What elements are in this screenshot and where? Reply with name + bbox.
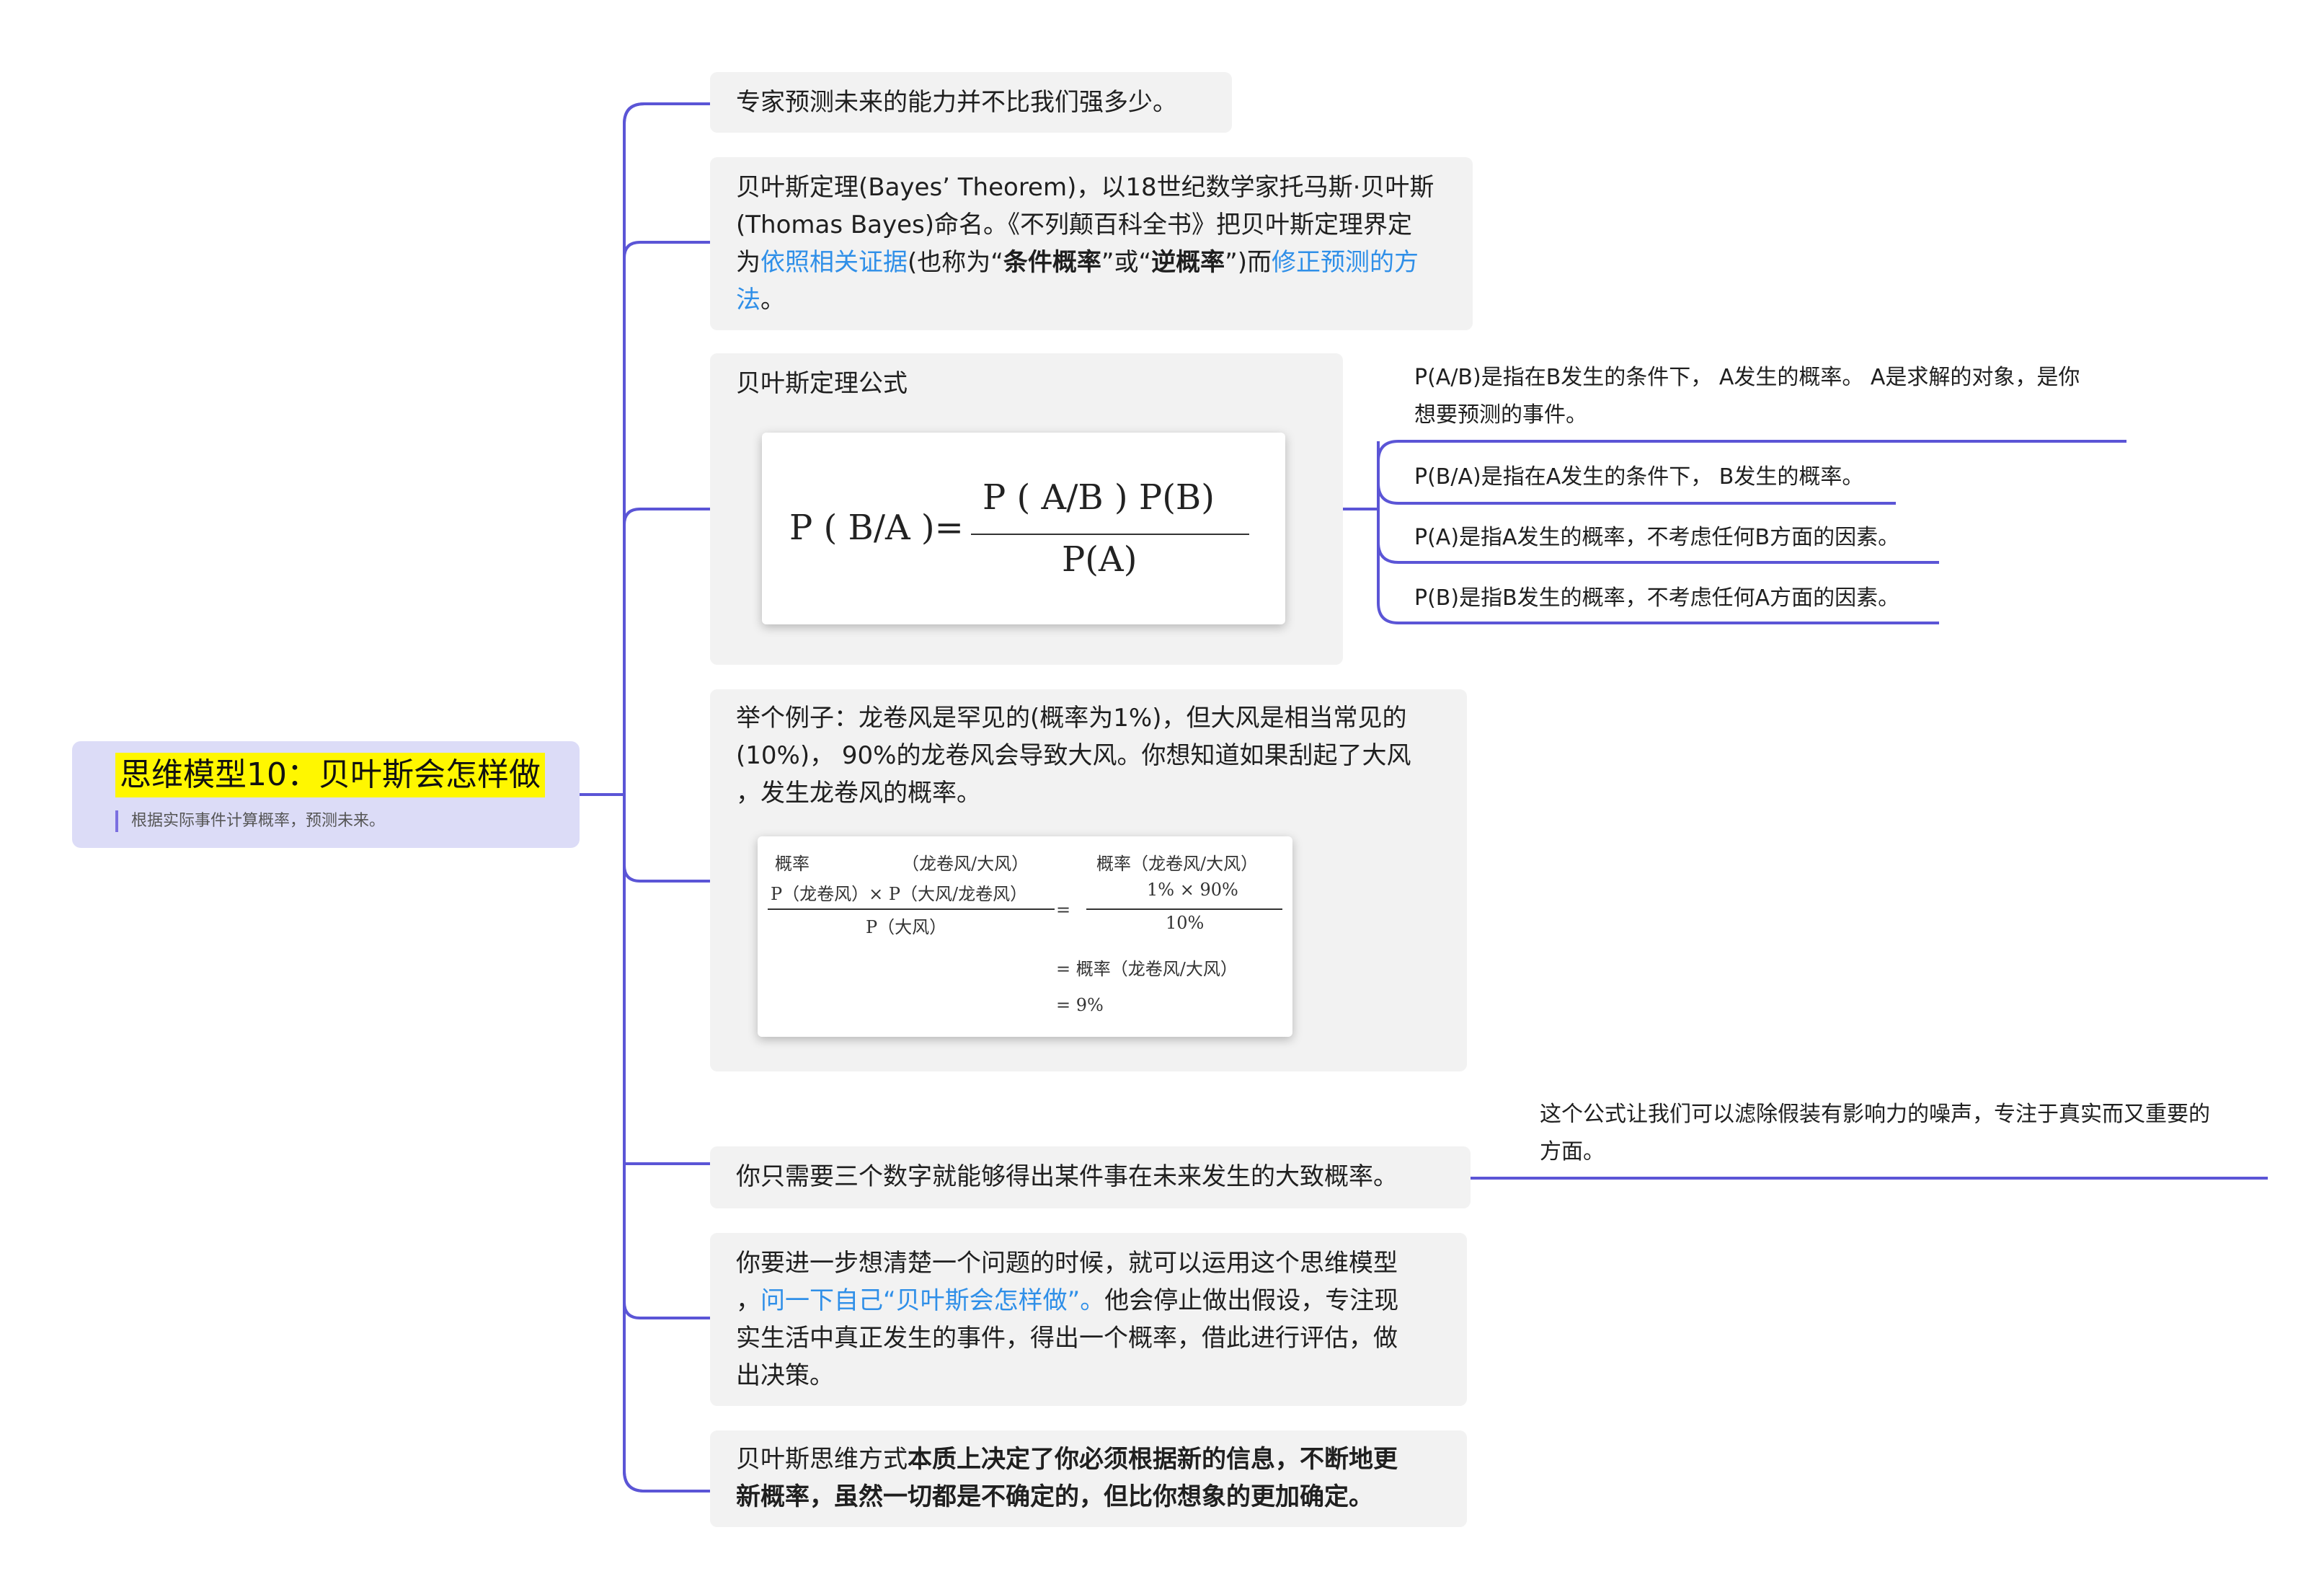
link-what-would-bayes-do[interactable]: 问一下自己“贝叶斯会怎样做”。 — [760, 1286, 1104, 1315]
link-correct-prediction[interactable]: 修正预测的方 — [1272, 248, 1419, 277]
example-row-4: = 9% — [1056, 995, 1104, 1015]
node-text: 专家预测未来的能力并不比我们强多少。 — [736, 88, 1177, 117]
text-segment: ， — [736, 1286, 760, 1315]
text-segment: ”)而 — [1225, 248, 1272, 277]
formula-denominator: P(A) — [1062, 539, 1137, 580]
root-topic[interactable]: 思维模型10：贝叶斯会怎样做 根据实际事件计算概率，预测未来。 — [72, 741, 580, 848]
bold-conditional-probability: 条件概率 — [1003, 248, 1101, 277]
example-probability-label: 概率 — [775, 854, 810, 874]
node-text-line-2: 新概率，虽然一切都是不确定的，但比你想象的更加确定。 — [736, 1482, 1373, 1511]
text-segment: ”或“ — [1101, 248, 1152, 277]
node-text-line-3: 为依照相关证据(也称为“条件概率”或“逆概率”)而修正预测的方 — [736, 244, 1419, 281]
formula-card: P ( B/A )= P ( A/B ) P(B) P(A) — [762, 433, 1285, 624]
example-calculation-card: 概率 （龙卷风/大风） 概率（龙卷风/大风） P（龙卷风）× P（大风/龙卷风）… — [758, 836, 1292, 1037]
example-fraction-bar-right — [1086, 908, 1282, 910]
note-pab[interactable]: P(A/B)是指在B发生的条件下， A发生的概率。 A是求解的对象，是你 想要预… — [1414, 359, 2080, 434]
example-equals-sign: = — [1056, 900, 1071, 920]
node-text-line-2: (Thomas Bayes)命名。《不列颠百科全书》把贝叶斯定理界定 — [736, 211, 1413, 239]
note-line-1: P(A/B)是指在B发生的条件下， A发生的概率。 A是求解的对象，是你 — [1414, 365, 2080, 390]
link-method[interactable]: 法 — [736, 286, 760, 314]
note-line-2: 想要预测的事件。 — [1414, 402, 1587, 428]
example-numerator-left: P（龙卷风）× P（大风/龙卷风） — [771, 884, 1028, 904]
node-text-line-1: 贝叶斯思维方式本质上决定了你必须根据新的信息，不断地更 — [736, 1441, 1398, 1478]
node-text-line-1: 举个例子：龙卷风是罕见的(概率为1%)，但大风是相当常见的 — [736, 704, 1407, 733]
example-row-3: = 概率（龙卷风/大风） — [1056, 959, 1238, 979]
example-denominator-left: P（大风） — [866, 917, 947, 937]
note-line-1: 这个公式让我们可以滤除假装有影响力的噪声，专注于真实而又重要的 — [1540, 1102, 2210, 1127]
node-bayes-formula[interactable]: 贝叶斯定理公式 P ( B/A )= P ( A/B ) P(B) P(A) — [710, 353, 1343, 665]
text-segment: 。 — [760, 286, 785, 314]
note-pb[interactable]: P(B)是指B发生的概率，不考虑任何A方面的因素。 — [1414, 580, 1899, 617]
node-text-line-3: ，发生龙卷风的概率。 — [736, 779, 981, 808]
example-conditional-label: （龙卷风/大风） — [902, 854, 1029, 874]
node-title: 贝叶斯定理公式 — [736, 369, 908, 398]
text-segment: 他会停止做出假设，专注现 — [1104, 1286, 1399, 1315]
root-title: 思维模型10：贝叶斯会怎样做 — [115, 753, 545, 797]
text-segment: 贝叶斯思维方式 — [736, 1445, 908, 1474]
note-pba[interactable]: P(B/A)是指在A发生的条件下， B发生的概率。 — [1414, 459, 1863, 496]
node-bayesian-thinking[interactable]: 贝叶斯思维方式本质上决定了你必须根据新的信息，不断地更 新概率，虽然一切都是不确… — [710, 1430, 1467, 1527]
node-bayes-definition[interactable]: 贝叶斯定理(Bayes’ Theorem)，以18世纪数学家托马斯·贝叶斯 (T… — [710, 157, 1473, 330]
bold-text: 本质上决定了你必须根据新的信息，不断地更 — [908, 1445, 1398, 1474]
node-ask-yourself[interactable]: 你要进一步想清楚一个问题的时候，就可以运用这个思维模型 ，问一下自己“贝叶斯会怎… — [710, 1233, 1467, 1406]
node-tornado-example[interactable]: 举个例子：龙卷风是罕见的(概率为1%)，但大风是相当常见的 (10%)， 90%… — [710, 689, 1467, 1071]
node-text: 你只需要三个数字就能够得出某件事在未来发生的大致概率。 — [736, 1162, 1398, 1191]
node-text-line-4: 法。 — [736, 281, 785, 319]
node-text-line-2: ，问一下自己“贝叶斯会怎样做”。他会停止做出假设，专注现 — [736, 1282, 1398, 1319]
link-evidence[interactable]: 依照相关证据 — [760, 248, 908, 277]
text-segment: (也称为“ — [908, 248, 1003, 277]
formula-numerator: P ( A/B ) P(B) — [983, 477, 1215, 518]
node-expert-prediction[interactable]: 专家预测未来的能力并不比我们强多少。 — [710, 72, 1232, 133]
bold-inverse-probability: 逆概率 — [1151, 248, 1225, 277]
note-line-2: 方面。 — [1540, 1139, 1605, 1164]
node-text-line-4: 出决策。 — [736, 1361, 834, 1390]
example-fraction-bar-left — [768, 908, 1055, 910]
node-text-line-2: (10%)， 90%的龙卷风会导致大风。你想知道如果刮起了大风 — [736, 741, 1411, 770]
example-denominator-right: 10% — [1166, 913, 1205, 933]
node-text-line-3: 实生活中真正发生的事件，得出一个概率，借此进行评估，做 — [736, 1324, 1398, 1353]
note-filter-noise[interactable]: 这个公式让我们可以滤除假装有影响力的噪声，专注于真实而又重要的 方面。 — [1540, 1096, 2210, 1171]
example-numerator-right: 1% × 90% — [1147, 880, 1238, 900]
note-pa[interactable]: P(A)是指A发生的概率，不考虑任何B方面的因素。 — [1414, 519, 1899, 557]
formula-lhs: P ( B/A )= — [789, 508, 964, 548]
node-text-line-1: 贝叶斯定理(Bayes’ Theorem)，以18世纪数学家托马斯·贝叶斯 — [736, 173, 1434, 202]
text-segment: 为 — [736, 248, 760, 277]
example-result-label: 概率（龙卷风/大风） — [1096, 854, 1259, 874]
node-three-numbers[interactable]: 你只需要三个数字就能够得出某件事在未来发生的大致概率。 — [710, 1146, 1471, 1208]
node-text-line-1: 你要进一步想清楚一个问题的时候，就可以运用这个思维模型 — [736, 1249, 1398, 1278]
root-subtitle: 根据实际事件计算概率，预测未来。 — [115, 810, 385, 832]
formula-fraction-bar — [971, 534, 1249, 535]
